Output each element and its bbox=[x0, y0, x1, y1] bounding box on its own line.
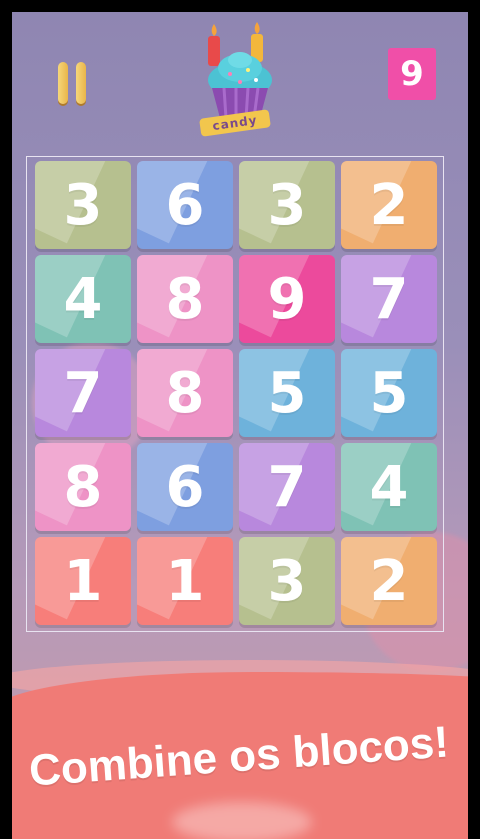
tile-number: 2 bbox=[369, 172, 409, 238]
tile-number: 8 bbox=[165, 266, 205, 332]
number-tile[interactable]: 2 bbox=[341, 161, 437, 249]
tile-number: 5 bbox=[267, 360, 307, 426]
number-tile[interactable]: 3 bbox=[35, 161, 131, 249]
tile-grid: 36324897785586741132 bbox=[35, 161, 437, 627]
hud-bar: candy 9 bbox=[12, 12, 468, 152]
tile-number: 5 bbox=[369, 360, 409, 426]
number-tile[interactable]: 7 bbox=[341, 255, 437, 343]
number-tile[interactable]: 6 bbox=[137, 443, 233, 531]
pause-icon bbox=[76, 62, 86, 104]
pause-button[interactable] bbox=[58, 62, 90, 104]
tile-number: 8 bbox=[63, 454, 103, 520]
number-tile[interactable]: 4 bbox=[341, 443, 437, 531]
tile-number: 1 bbox=[165, 548, 205, 614]
game-board: 36324897785586741132 bbox=[26, 156, 444, 632]
tile-number: 3 bbox=[267, 548, 307, 614]
number-tile[interactable]: 3 bbox=[239, 161, 335, 249]
number-tile[interactable]: 8 bbox=[137, 349, 233, 437]
game-logo: candy bbox=[196, 22, 286, 137]
number-tile[interactable]: 6 bbox=[137, 161, 233, 249]
tile-number: 7 bbox=[267, 454, 307, 520]
number-tile[interactable]: 8 bbox=[137, 255, 233, 343]
number-tile[interactable]: 5 bbox=[341, 349, 437, 437]
tile-number: 4 bbox=[63, 266, 103, 332]
tile-number: 7 bbox=[369, 266, 409, 332]
number-tile[interactable]: 9 bbox=[239, 255, 335, 343]
tile-number: 9 bbox=[267, 266, 307, 332]
number-tile[interactable]: 7 bbox=[239, 443, 335, 531]
tile-number: 3 bbox=[63, 172, 103, 238]
tile-number: 3 bbox=[267, 172, 307, 238]
tile-number: 8 bbox=[165, 360, 205, 426]
tile-number: 6 bbox=[165, 172, 205, 238]
number-tile[interactable]: 7 bbox=[35, 349, 131, 437]
tile-number: 2 bbox=[369, 548, 409, 614]
number-tile[interactable]: 1 bbox=[35, 537, 131, 625]
number-tile[interactable]: 8 bbox=[35, 443, 131, 531]
number-tile[interactable]: 5 bbox=[239, 349, 335, 437]
tile-number: 6 bbox=[165, 454, 205, 520]
tile-number: 7 bbox=[63, 360, 103, 426]
number-tile[interactable]: 4 bbox=[35, 255, 131, 343]
tile-number: 1 bbox=[63, 548, 103, 614]
tile-number: 4 bbox=[369, 454, 409, 520]
game-screen: candy 9 36324897785586741132 Combine os … bbox=[12, 12, 468, 839]
pause-icon bbox=[58, 62, 68, 104]
number-tile[interactable]: 1 bbox=[137, 537, 233, 625]
number-tile[interactable]: 3 bbox=[239, 537, 335, 625]
number-tile[interactable]: 2 bbox=[341, 537, 437, 625]
level-badge: 9 bbox=[388, 48, 436, 100]
